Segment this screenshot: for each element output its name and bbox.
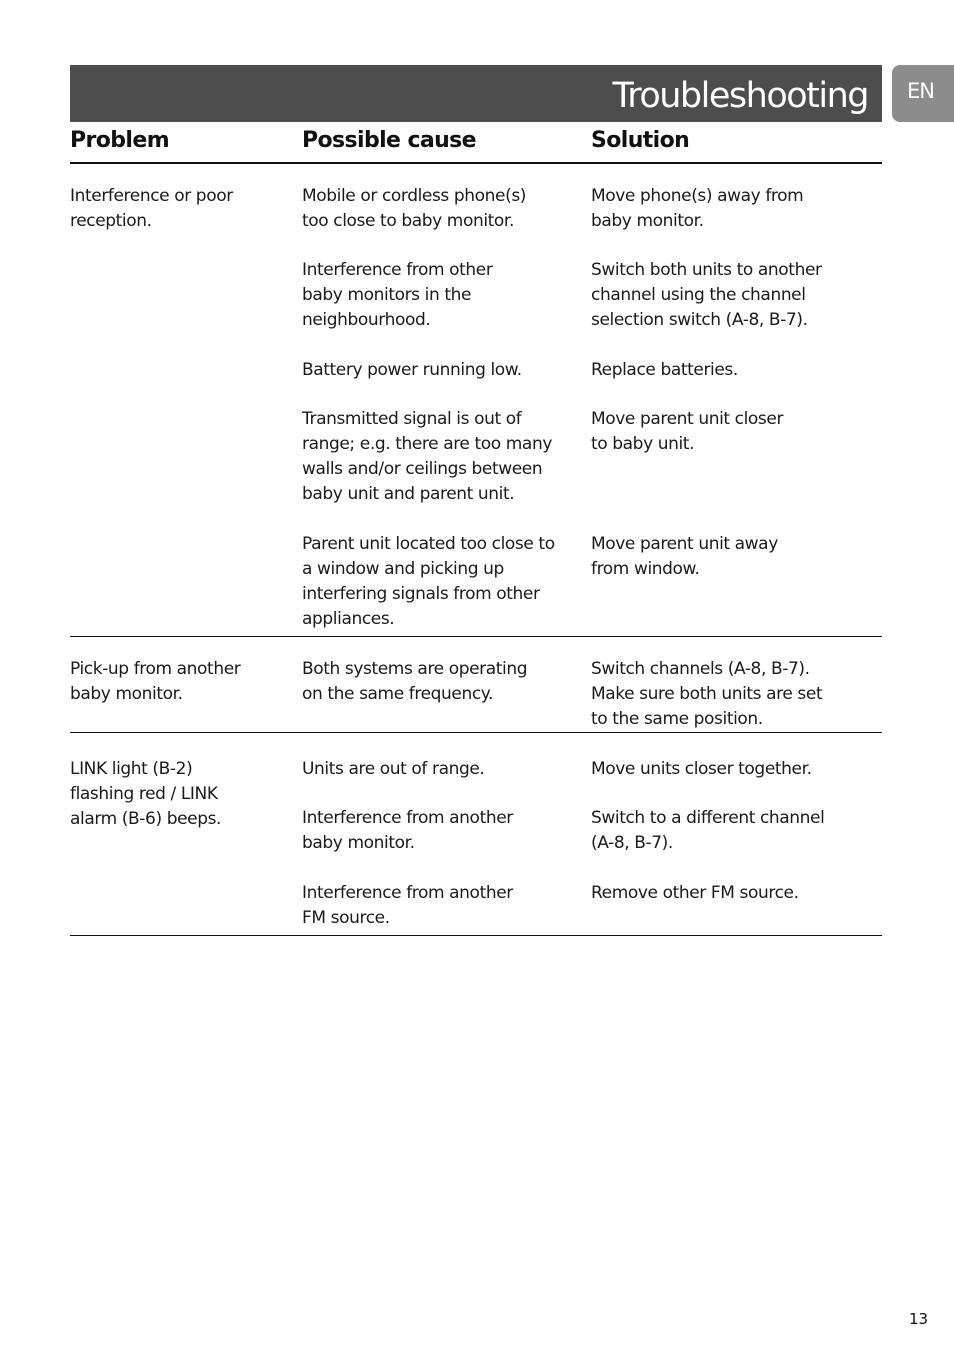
- solution-cell: Switch channels (A-8, B-7). Make sure bo…: [591, 659, 823, 729]
- solution-cell: Remove other FM source.: [591, 883, 799, 903]
- language-label: EN: [907, 79, 935, 103]
- cause-cell: Both systems are operating on the same f…: [302, 659, 528, 704]
- cause-cell: Parent unit located too close to a windo…: [302, 534, 555, 629]
- solution-cell: Move parent unit away from window.: [591, 534, 778, 579]
- problem-cell: Pick-up from another baby monitor.: [70, 659, 241, 704]
- solution-cell: Move phone(s) away from baby monitor.: [591, 186, 804, 231]
- column-header-problem: Problem: [70, 128, 170, 153]
- cause-cell: Interference from another FM source.: [302, 883, 513, 928]
- solution-cell: Switch to a different channel (A-8, B-7)…: [591, 808, 825, 853]
- header-divider: [70, 162, 882, 164]
- row-divider: [70, 732, 882, 733]
- solution-cell: Move parent unit closer to baby unit.: [591, 409, 784, 454]
- language-tab: EN: [892, 65, 954, 122]
- page-title: Troubleshooting: [612, 76, 869, 116]
- solution-cell: Move units closer together.: [591, 759, 812, 779]
- cause-cell: Mobile or cordless phone(s) too close to…: [302, 186, 527, 231]
- cause-cell: Units are out of range.: [302, 759, 485, 779]
- column-header-solution: Solution: [591, 128, 690, 153]
- solution-cell: Switch both units to another channel usi…: [591, 260, 822, 330]
- page-number: 13: [909, 1310, 929, 1328]
- row-divider: [70, 935, 882, 936]
- cause-cell: Transmitted signal is out of range; e.g.…: [302, 409, 552, 504]
- title-bar: Troubleshooting: [70, 65, 882, 122]
- cause-cell: Interference from another baby monitor.: [302, 808, 513, 853]
- problem-cell: LINK light (B-2) flashing red / LINK ala…: [70, 759, 222, 829]
- cause-cell: Interference from other baby monitors in…: [302, 260, 493, 330]
- cause-cell: Battery power running low.: [302, 360, 522, 380]
- solution-cell: Replace batteries.: [591, 360, 738, 380]
- column-header-cause: Possible cause: [302, 128, 477, 153]
- row-divider: [70, 636, 882, 637]
- problem-cell: Interference or poor reception.: [70, 186, 233, 231]
